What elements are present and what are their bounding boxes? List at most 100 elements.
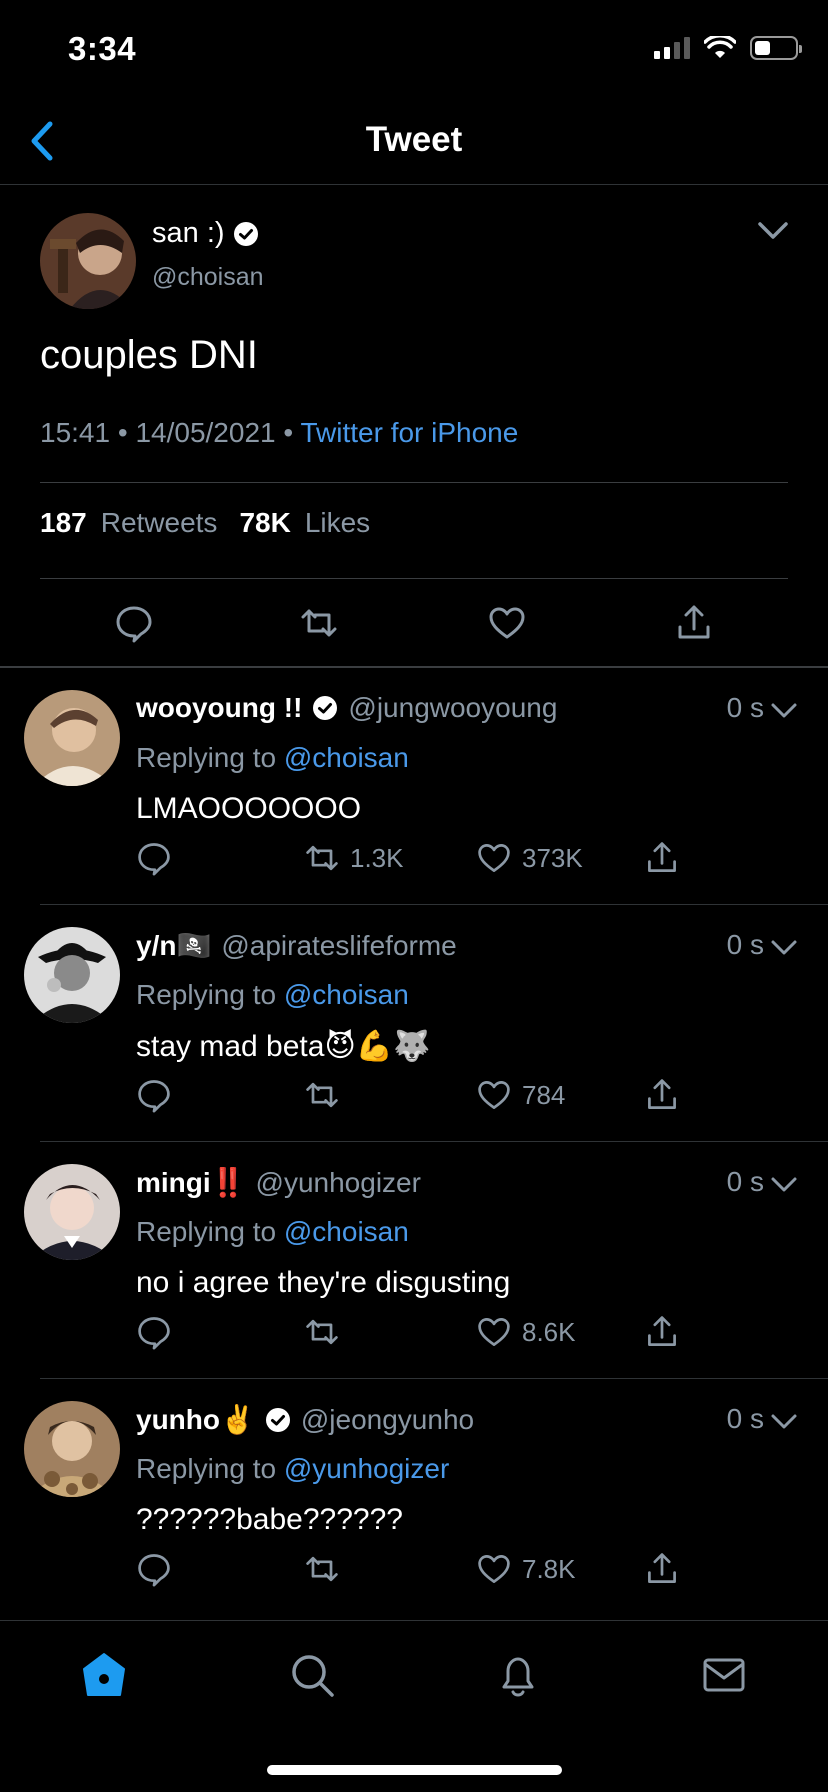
meta-separator: • (117, 417, 136, 448)
battery-level (755, 41, 771, 55)
like-button[interactable]: 373K (476, 840, 583, 876)
retweets-label[interactable]: Retweets (101, 507, 218, 539)
replying-to-handle[interactable]: @choisan (284, 979, 409, 1010)
likes-label[interactable]: Likes (305, 507, 370, 539)
avatar[interactable] (24, 690, 120, 786)
retweet-button[interactable]: 1.3K (304, 840, 404, 876)
page-title: Tweet (365, 120, 463, 159)
author-handle[interactable]: @choisan (152, 263, 264, 292)
replying-to: Replying to @choisan (136, 742, 409, 774)
reply-author-handle[interactable]: @apirateslifeforme (221, 930, 456, 962)
share-button[interactable] (644, 1314, 680, 1350)
avatar[interactable] (40, 213, 136, 309)
reply-time: 0 s (726, 692, 764, 723)
reply-time: 0 s (726, 1166, 764, 1197)
share-icon (648, 1316, 676, 1346)
reply-actions: 7.8K (136, 1551, 696, 1591)
reply-author-handle[interactable]: @yunhogizer (256, 1167, 421, 1199)
reply-icon (138, 1554, 170, 1587)
chevron-down-icon[interactable] (756, 213, 790, 247)
reply-author-name[interactable]: wooyoung !! (136, 692, 302, 724)
reply-button[interactable] (136, 1314, 172, 1350)
chevron-down-icon[interactable] (770, 696, 798, 724)
reply-actions: 1.3K 373K (136, 840, 696, 880)
retweet-button[interactable] (304, 1077, 350, 1113)
verified-badge-icon (265, 1407, 290, 1432)
battery-icon (750, 36, 802, 60)
mail-icon[interactable] (700, 1651, 748, 1699)
reply-author-name[interactable]: yunho✌️ (136, 1403, 255, 1436)
replying-to: Replying to @choisan (136, 1216, 409, 1248)
like-count: 784 (522, 1079, 566, 1110)
replying-to-prefix: Replying to (136, 1216, 277, 1247)
like-count: 373K (522, 842, 583, 873)
home-icon[interactable] (80, 1651, 128, 1699)
retweet-button[interactable] (304, 1551, 350, 1587)
chevron-down-icon[interactable] (770, 933, 798, 961)
retweet-icon (306, 845, 338, 871)
reply-header: y/n🏴‍☠️ @apirateslifeforme (136, 929, 457, 962)
bell-icon[interactable] (494, 1651, 542, 1699)
replying-to-handle[interactable]: @choisan (284, 1216, 409, 1247)
tweet-meta: 15:41 • 14/05/2021 • Twitter for iPhone (40, 417, 518, 449)
status-icons (654, 36, 802, 60)
like-button[interactable]: 7.8K (476, 1551, 576, 1587)
reply-icon (138, 843, 170, 876)
likes-count[interactable]: 78K (239, 507, 290, 539)
reply-author-handle[interactable]: @jungwooyoung (348, 692, 557, 724)
reply-text: ??????babe?????? (136, 1503, 403, 1536)
retweet-icon[interactable] (299, 603, 339, 643)
share-icon[interactable] (674, 603, 714, 643)
tweet-text: couples DNI (40, 333, 258, 377)
chevron-down-icon[interactable] (770, 1170, 798, 1198)
verified-badge-icon (233, 221, 258, 246)
reply-text: LMAOOOOOOO (136, 792, 362, 825)
reply-icon[interactable] (114, 603, 154, 643)
chevron-down-icon[interactable] (770, 1407, 798, 1435)
like-icon[interactable] (487, 603, 527, 643)
reply-author-handle[interactable]: @jeongyunho (301, 1404, 474, 1436)
tweet-actions (0, 603, 828, 653)
like-count: 8.6K (522, 1316, 576, 1347)
retweet-icon (306, 1319, 338, 1345)
tweet-source-link[interactable]: Twitter for iPhone (300, 417, 518, 448)
reply-author-name[interactable]: mingi‼️ (136, 1166, 246, 1199)
reply-tweet[interactable]: wooyoung !! @jungwooyoung 0 s Replying t… (0, 668, 828, 905)
share-icon (648, 842, 676, 872)
replying-to: Replying to @yunhogizer (136, 1453, 449, 1485)
replying-to-handle[interactable]: @yunhogizer (284, 1453, 449, 1484)
divider (40, 578, 788, 579)
reply-actions: 8.6K (136, 1314, 696, 1354)
retweet-icon (306, 1556, 338, 1582)
retweet-button[interactable] (304, 1314, 350, 1350)
reply-tweet[interactable]: yunho✌️ @jeongyunho 0 s Replying to @yun… (0, 1379, 828, 1616)
avatar[interactable] (24, 1401, 120, 1497)
reply-tweet[interactable]: y/n🏴‍☠️ @apirateslifeforme 0 s Replying … (0, 905, 828, 1142)
like-button[interactable]: 784 (476, 1077, 565, 1113)
tweet-date: 14/05/2021 (135, 417, 276, 448)
retweets-count[interactable]: 187 (40, 507, 87, 539)
share-button[interactable] (644, 1551, 680, 1587)
like-count: 7.8K (522, 1553, 576, 1584)
replying-to-handle[interactable]: @choisan (284, 742, 409, 773)
share-button[interactable] (644, 840, 680, 876)
reply-tweet[interactable]: mingi‼️ @yunhogizer 0 s Replying to @cho… (0, 1142, 828, 1379)
reply-header: wooyoung !! @jungwooyoung (136, 692, 557, 724)
share-button[interactable] (644, 1077, 680, 1113)
like-button[interactable]: 8.6K (476, 1314, 576, 1350)
reply-button[interactable] (136, 1077, 172, 1113)
main-tweet: san :) @choisan couples DNI 15:41 • 14/0… (0, 185, 828, 668)
reply-author-name[interactable]: y/n🏴‍☠️ (136, 929, 211, 962)
reply-time: 0 s (726, 929, 764, 960)
avatar[interactable] (24, 927, 120, 1023)
reply-button[interactable] (136, 840, 172, 876)
signal-icon (654, 37, 690, 59)
author-name-row: san :) (152, 217, 259, 250)
search-icon[interactable] (288, 1651, 336, 1699)
avatar[interactable] (24, 1164, 120, 1260)
home-indicator[interactable] (267, 1765, 562, 1775)
reply-button[interactable] (136, 1551, 172, 1587)
status-time: 3:34 (68, 30, 137, 67)
reply-text: stay mad beta😈💪🐺 (136, 1030, 431, 1063)
author-name[interactable]: san :) (152, 217, 225, 250)
